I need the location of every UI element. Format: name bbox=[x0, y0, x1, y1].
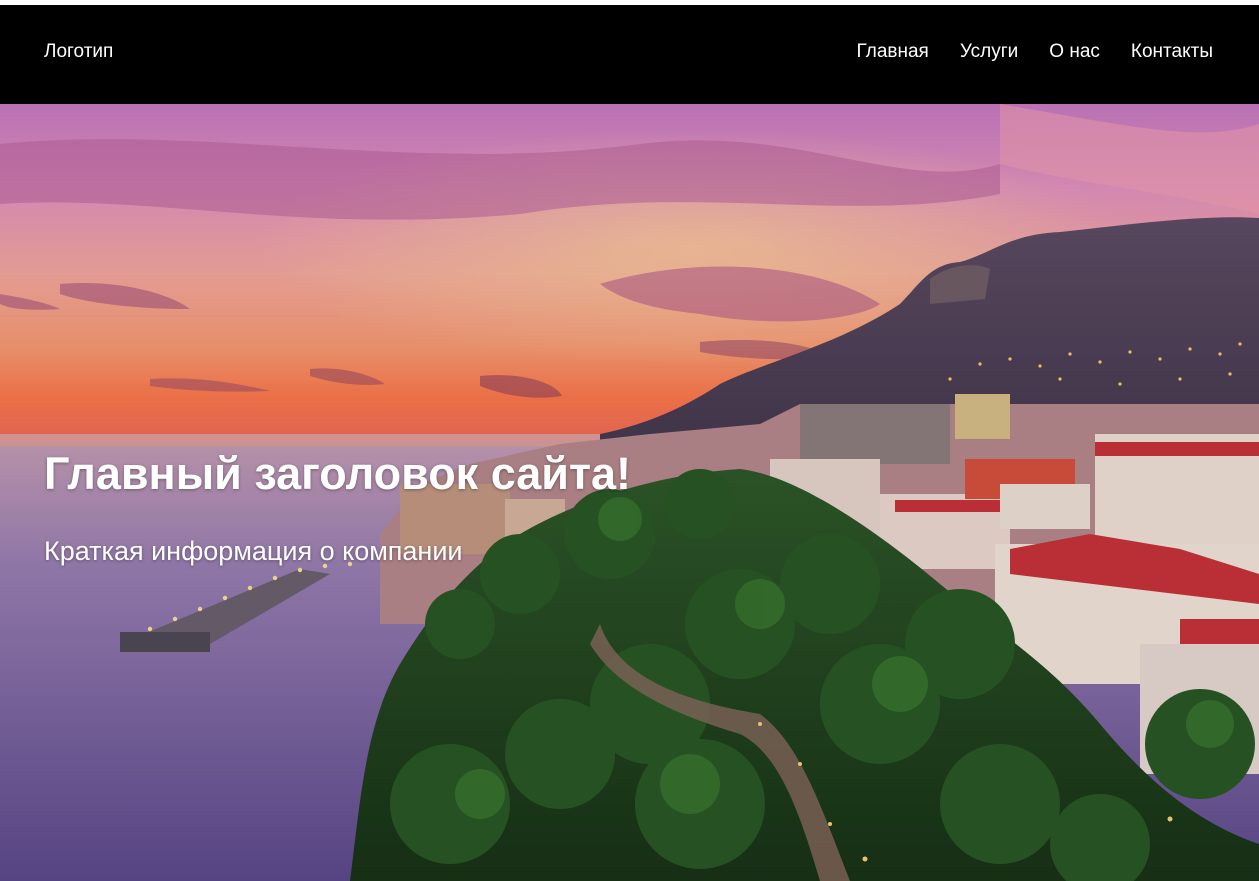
hero-subtitle: Краткая информация о компании bbox=[44, 536, 463, 566]
hero-title: Главный заголовок сайта! bbox=[44, 448, 632, 499]
logo-link[interactable]: Логотип bbox=[44, 41, 113, 63]
hero-section: Главный заголовок сайта! Краткая информа… bbox=[0, 104, 1259, 881]
main-nav: Главная Услуги О нас Контакты bbox=[857, 41, 1213, 63]
site-header: Логотип Главная Услуги О нас Контакты bbox=[0, 5, 1259, 104]
nav-item-about[interactable]: О нас bbox=[1049, 41, 1100, 63]
nav-item-home[interactable]: Главная bbox=[857, 41, 929, 63]
nav-item-contacts[interactable]: Контакты bbox=[1131, 41, 1213, 63]
nav-item-services[interactable]: Услуги bbox=[960, 41, 1018, 63]
page: Логотип Главная Услуги О нас Контакты Гл… bbox=[0, 0, 1259, 881]
